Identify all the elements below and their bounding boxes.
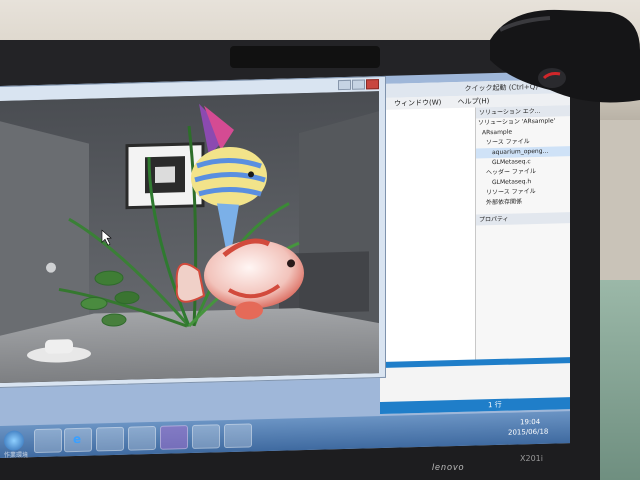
taskbar-button-visual-studio[interactable]: [160, 425, 188, 450]
properties-header: プロパティ: [476, 212, 570, 226]
status-line: 1 行: [488, 400, 502, 410]
laptop-model-label: X201i: [520, 454, 543, 463]
clock-time[interactable]: 19:04: [520, 418, 540, 427]
solution-explorer: ソリューション エク... ソリューション 'ARsample' ARsampl…: [476, 105, 570, 360]
visual-studio-window: クイック起動 (Ctrl+Q) ウィンドウ(W) ヘルプ(H) ソリューション …: [380, 79, 570, 415]
taskbar-button-monitor[interactable]: [192, 424, 220, 449]
tank-left-wall: [0, 121, 89, 352]
webcam-icon: [490, 9, 640, 103]
ie-icon: e: [73, 431, 82, 447]
taskbar-button-ie[interactable]: e: [64, 427, 92, 453]
rock-top: [45, 339, 73, 354]
laptop-latch: [230, 46, 380, 68]
laptop-brand-logo: lenovo: [432, 462, 465, 472]
menu-window[interactable]: ウィンドウ(W): [394, 98, 441, 107]
minimize-icon[interactable]: [338, 79, 351, 91]
maximize-icon[interactable]: [352, 79, 365, 90]
taskbar-button-folder[interactable]: [96, 426, 124, 452]
taskbar-button-media[interactable]: [128, 425, 156, 451]
aquarium-render: [0, 91, 379, 384]
start-button[interactable]: [4, 430, 24, 451]
taskbar-button-explorer[interactable]: [34, 428, 62, 454]
aquarium-window: [0, 75, 386, 389]
window-controls: [337, 79, 381, 91]
menu-help[interactable]: ヘルプ(H): [458, 97, 490, 106]
tree-item-external-deps[interactable]: 外部依存関係: [476, 196, 570, 208]
code-editor[interactable]: [380, 107, 476, 363]
ar-marker-center: [155, 166, 175, 183]
webcam: [490, 0, 640, 108]
clock-date[interactable]: 2015/06/18: [508, 428, 548, 437]
laptop-screen: クイック起動 (Ctrl+Q) ウィンドウ(W) ヘルプ(H) ソリューション …: [0, 71, 570, 458]
close-icon[interactable]: [366, 79, 379, 90]
taskbar-button-app[interactable]: [224, 423, 252, 449]
start-label: 作業環境: [4, 452, 29, 459]
aquarium-3d-scene[interactable]: [0, 91, 379, 384]
